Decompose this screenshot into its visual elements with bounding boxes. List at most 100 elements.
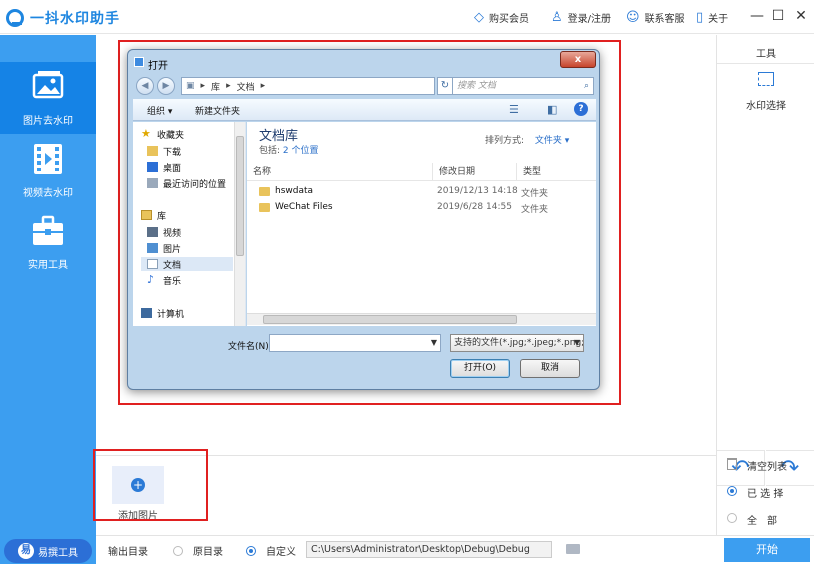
tree-item-downloads[interactable]: 下载 [147, 144, 181, 158]
column-header-name[interactable]: 名称 [247, 163, 433, 181]
tree-item-favorites[interactable]: ★ 收藏夹 [141, 127, 184, 141]
sidebar-item-video-watermark[interactable]: 视频去水印 [0, 134, 96, 206]
includes-locations-link[interactable]: 2 个位置 [283, 146, 319, 156]
start-button[interactable]: 开始 [724, 538, 810, 562]
file-row[interactable]: WeChat Files 2019/6/28 14:55 文件夹 [247, 200, 596, 216]
search-placeholder: 搜索 文档 [457, 81, 496, 91]
toolbox-icon [33, 215, 63, 245]
tree-item-documents[interactable]: 文档 [141, 257, 233, 271]
forward-button[interactable]: ▶ [157, 77, 175, 95]
tree-item-label: 计算机 [157, 309, 185, 320]
radio-original-dir[interactable] [173, 545, 183, 556]
radio-custom-dir[interactable] [246, 545, 256, 556]
file-list-scrollbar[interactable] [247, 313, 596, 325]
tree-item-label: 收藏夹 [157, 130, 185, 141]
yizhuan-icon: 易 [18, 543, 34, 559]
filename-input[interactable]: ▼ [269, 334, 441, 352]
address-bar[interactable]: ▣ ▸ 库 ▸ 文档 ▸ [181, 77, 435, 95]
dialog-close-button[interactable]: x [560, 51, 596, 68]
buy-membership-button[interactable]: ◇ 购买会员 [474, 9, 529, 25]
tree-item-computer[interactable]: 计算机 [141, 306, 184, 320]
view-options-icon[interactable]: ☰ [509, 103, 519, 116]
sidebar-item-label: 图片去水印 [23, 116, 73, 127]
file-name: WeChat Files [275, 202, 333, 212]
folder-icon[interactable] [566, 544, 580, 554]
original-dir-label: 原目录 [193, 547, 223, 558]
bottom-bar: 输出目录 原目录 自定义 C:\Users\Administrator\Desk… [96, 535, 814, 564]
yizhuan-tools-button[interactable]: 易 易撰工具 [4, 539, 92, 563]
radio-selected[interactable] [727, 485, 737, 496]
file-type-filter[interactable]: 支持的文件(*.jpg;*.jpeg;*.png; ▼ [450, 334, 584, 352]
star-icon: ★ [141, 127, 151, 140]
scrollbar-thumb[interactable] [236, 136, 244, 256]
sidebar-item-image-watermark[interactable]: 图片去水印 [0, 62, 96, 134]
refresh-button[interactable]: ↻ [437, 77, 453, 95]
file-list-pane: 文档库 包括: 2 个位置 排列方式: 文件夹 ▾ 名称 修改日期 类型 hsw… [247, 122, 596, 326]
tree-item-videos[interactable]: 视频 [147, 225, 181, 239]
option-selected[interactable]: 已 选 择 [717, 483, 814, 501]
highlight-box-add-image [93, 449, 208, 521]
watermark-select-button[interactable]: 水印选择 [717, 97, 814, 112]
recent-places-icon [147, 178, 158, 188]
output-original-option[interactable]: 原目录 [173, 543, 223, 558]
open-button[interactable]: 打开(O) [450, 359, 510, 378]
file-type: 文件夹 [521, 205, 549, 215]
organize-button[interactable]: 组织 ▾ [147, 104, 172, 117]
music-library-icon: ♪ [147, 273, 155, 286]
column-header-type[interactable]: 类型 [517, 163, 577, 181]
tree-item-desktop[interactable]: 桌面 [147, 160, 181, 174]
tree-item-music[interactable]: ♪ 音乐 [147, 273, 181, 287]
breadcrumb-separator: ▸ [260, 81, 266, 91]
output-custom-option[interactable]: 自定义 [246, 543, 296, 558]
selection-icon[interactable] [758, 72, 774, 86]
arrange-label: 排列方式: [485, 136, 525, 146]
maximize-button[interactable]: ☐ [770, 7, 786, 25]
new-folder-button[interactable]: 新建文件夹 [195, 104, 240, 117]
library-icon [141, 210, 152, 220]
tree-item-pictures[interactable]: 图片 [147, 241, 181, 255]
sidebar-item-label: 实用工具 [28, 260, 68, 271]
tree-item-label: 文档 [163, 260, 182, 271]
radio-all[interactable] [727, 512, 737, 523]
scrollbar-thumb[interactable] [263, 315, 517, 324]
output-dir-label: 输出目录 [108, 547, 148, 558]
about-button[interactable]: ▯ 关于 [696, 9, 728, 25]
breadcrumb-documents[interactable]: 文档 [237, 80, 255, 93]
about-label: 关于 [708, 13, 729, 25]
tree-item-recent[interactable]: 最近访问的位置 [147, 176, 226, 190]
preview-pane-icon[interactable]: ◧ [547, 103, 557, 116]
download-folder-icon [147, 146, 158, 156]
cancel-button[interactable]: 取消 [520, 359, 580, 378]
login-button[interactable]: ♙ 登录/注册 [551, 9, 611, 25]
back-button[interactable]: ◀ [136, 77, 154, 95]
arrange-dropdown[interactable]: 文件夹 ▾ [535, 136, 569, 146]
dialog-title: 打开 [148, 61, 168, 72]
search-input[interactable]: 搜索 文档 ⌕ [452, 77, 594, 95]
minimize-button[interactable]: — [749, 7, 765, 25]
sidebar-item-utilities[interactable]: 实用工具 [0, 206, 96, 278]
tree-item-label: 最近访问的位置 [163, 179, 227, 190]
file-row[interactable]: hswdata 2019/12/13 14:18 文件夹 [247, 184, 596, 200]
contact-support-button[interactable]: ☺ 联系客服 [626, 9, 685, 25]
diamond-icon: ◇ [474, 9, 484, 25]
breadcrumb-separator: ▸ [200, 81, 206, 91]
includes-label: 包括: [259, 146, 281, 156]
column-header-modified[interactable]: 修改日期 [433, 163, 517, 181]
help-icon[interactable]: ? [574, 102, 588, 116]
file-name: hswdata [275, 186, 314, 196]
breadcrumb-library[interactable]: 库 [211, 80, 220, 93]
filename-label: 文件名(N): [228, 342, 272, 352]
tree-item-libraries[interactable]: 库 [141, 208, 166, 222]
chevron-down-icon[interactable]: ▼ [431, 338, 437, 347]
contact-support-label: 联系客服 [644, 13, 685, 25]
clear-list-button[interactable]: 清空列表 [717, 456, 814, 474]
option-all-label: 全 部 [747, 515, 777, 527]
app-logo: 一抖水印助手 [6, 8, 120, 28]
close-button[interactable]: ✕ [793, 7, 809, 25]
option-all[interactable]: 全 部 [717, 510, 814, 528]
buy-membership-label: 购买会员 [489, 13, 529, 25]
video-library-icon [147, 227, 158, 237]
output-path-field[interactable]: C:\Users\Administrator\Desktop\Debug\Deb… [306, 541, 552, 558]
tree-scrollbar[interactable] [234, 122, 245, 326]
arrange-by: 排列方式: 文件夹 ▾ [485, 133, 569, 146]
